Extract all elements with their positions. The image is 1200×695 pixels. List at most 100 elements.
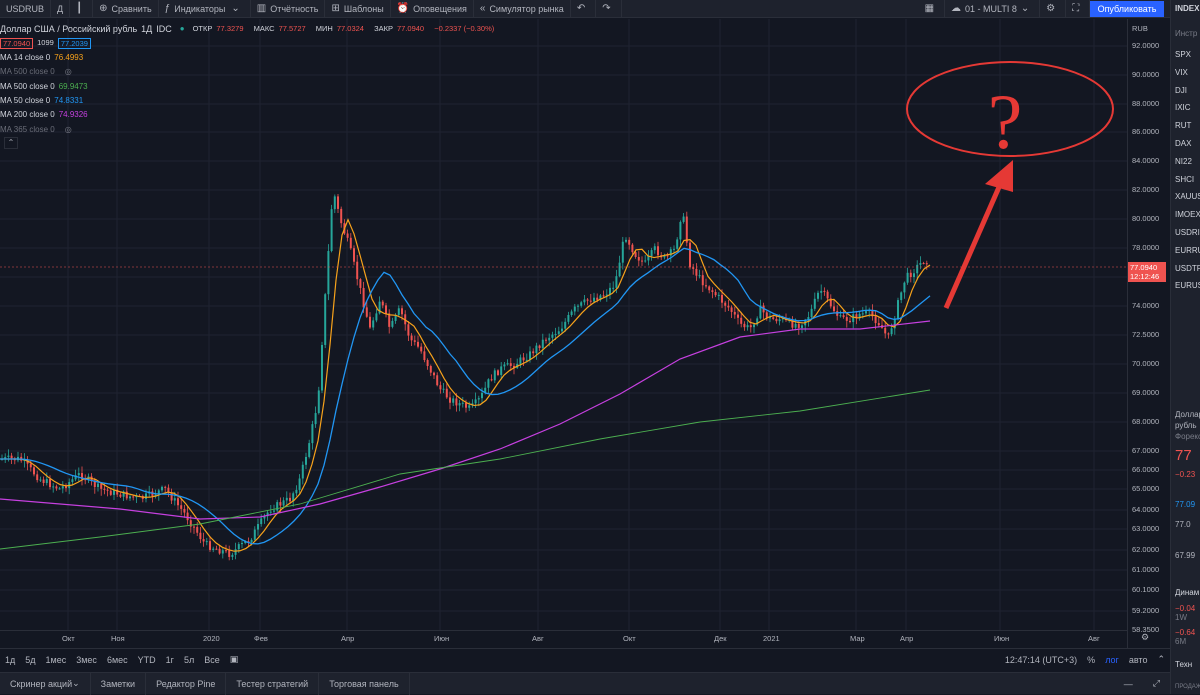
price-axis[interactable]: RUB 92.0000 90.0000 88.0000 86.0000 84.0000 8… (1127, 19, 1166, 650)
maximize-panel-button[interactable]: ⌃ (1152, 654, 1170, 665)
financials-button[interactable]: ▥ Отчётность (251, 0, 326, 18)
watchlist-item[interactable]: SPX (1175, 50, 1191, 59)
compare-button[interactable]: ⊕ Сравнить (93, 0, 159, 18)
watchlist-item[interactable]: RUT (1175, 121, 1191, 130)
watchlist-item[interactable]: NI22 (1175, 157, 1192, 166)
bottom-tab-3[interactable]: Тестер стратегий (226, 672, 320, 695)
price-tick: 92.0000 (1132, 41, 1160, 50)
candle-body (433, 372, 435, 376)
log-mode[interactable]: лог (1100, 655, 1124, 665)
axis-settings-button[interactable]: ⚙ (1130, 632, 1160, 646)
watchlist-item[interactable]: SHCI (1175, 175, 1194, 184)
bottom-tab-4[interactable]: Торговая панель (319, 672, 410, 695)
candle-body (29, 463, 32, 468)
candle-body (234, 549, 237, 555)
candle-body (733, 311, 736, 315)
minimize-panel-button[interactable]: — (1114, 673, 1143, 695)
goto-date-button[interactable]: ▣ (225, 654, 244, 665)
study-row[interactable]: MA 200 close 0 74.9326 (0, 108, 498, 122)
watchlist-item[interactable]: EURUS (1175, 281, 1200, 290)
range-1[interactable]: 5д (20, 655, 40, 665)
range-4[interactable]: 6мес (102, 655, 133, 665)
ask-tag[interactable]: 77.2039 (57, 38, 91, 50)
indicators-button[interactable]: ƒ Индикаторы ⌄ (159, 0, 251, 18)
bottom-tab-label: Скринер акций (10, 678, 73, 689)
candle-body (570, 311, 573, 315)
watchlist-item[interactable]: VIX (1175, 68, 1188, 77)
auto-mode[interactable]: авто (1124, 655, 1153, 665)
bottom-tab-1[interactable]: Заметки (91, 672, 147, 695)
expand-panel-button[interactable]: ⤢ (1143, 673, 1170, 695)
symbol-search[interactable]: USDRUB (0, 0, 52, 18)
watchlist-item[interactable]: IXIC (1175, 103, 1191, 112)
watchlist-item[interactable]: XAUUS (1175, 192, 1200, 201)
candle-body (724, 302, 727, 306)
bid-tag[interactable]: 77.0940 (0, 38, 34, 50)
candle-body (311, 424, 314, 444)
layout-name[interactable]: ☁ 01 - MULTI 8 ⌄ (945, 0, 1041, 18)
candle-body (388, 313, 391, 327)
candle-body (458, 403, 461, 406)
range-8[interactable]: Все (199, 655, 225, 665)
last-price-badge: 77.0940 12:12:46 (1128, 262, 1166, 282)
study-row[interactable]: MA 365 close 0 ◎ (0, 123, 498, 137)
candle-body (490, 379, 493, 381)
gear-icon: ⚙ (1140, 632, 1150, 642)
study-row[interactable]: MA 500 close 0 69.9473 (0, 80, 498, 94)
price-tick: 59.2000 (1132, 606, 1160, 615)
study-row[interactable]: MA 50 close 0 74.8331 (0, 94, 498, 108)
collapse-legend-button[interactable]: ⌃ (4, 137, 18, 150)
watchlist-item[interactable]: DJI (1175, 86, 1187, 95)
eye-hidden-icon[interactable]: ◎ (65, 65, 72, 79)
undo-button[interactable]: ↶ (571, 0, 597, 18)
candle-body (589, 300, 592, 302)
bottom-tab-0[interactable]: Скринер акций ⌄ (0, 672, 91, 695)
percent-mode[interactable]: % (1082, 655, 1100, 665)
watchlist-item[interactable]: DAX (1175, 139, 1191, 148)
watchlist-item[interactable]: IMOEX (1175, 210, 1200, 219)
bottom-tab-2[interactable]: Редактор Pine (146, 672, 227, 695)
candle-body (455, 398, 458, 406)
candle-body (487, 379, 490, 388)
candle-body (359, 279, 362, 288)
candle-body (407, 324, 410, 336)
settings-button[interactable]: ⚙ (1040, 0, 1067, 18)
range-0[interactable]: 1д (0, 655, 20, 665)
candle-body (586, 299, 589, 301)
replay-button[interactable]: «Симулятор рынка (474, 0, 571, 18)
range-6[interactable]: 1г (161, 655, 179, 665)
watchlist-detail: −0.04 (1175, 604, 1196, 613)
watchlist-item[interactable]: USDRI (1175, 228, 1200, 237)
candle-body (535, 345, 538, 354)
range-5[interactable]: YTD (133, 655, 161, 665)
time-axis[interactable]: Окт Ноя 2020 Фев Апр Июн Авг Окт Дек 2021 Мар Апр Ию… (0, 630, 1127, 646)
candle-body (55, 486, 58, 489)
layout-select-button[interactable]: ▦ (919, 0, 946, 18)
grid-icon: ⊞ (331, 3, 340, 14)
candle-body (202, 539, 205, 542)
candle-body (673, 248, 675, 250)
interval-button[interactable]: Д (51, 0, 71, 18)
bar-countdown: 12:12:46 (1130, 272, 1160, 281)
candle-style-button[interactable]: ┃ (70, 0, 94, 18)
candle-body (522, 357, 525, 361)
publish-button[interactable]: Опубликовать (1090, 1, 1164, 17)
fullscreen-button[interactable]: ⛶ (1066, 0, 1091, 18)
templates-button[interactable]: ⊞ Шаблоны (325, 0, 391, 18)
range-3[interactable]: 3мес (71, 655, 102, 665)
watchlist-item[interactable]: USDTR (1175, 264, 1200, 273)
eye-hidden-icon[interactable]: ◎ (65, 123, 72, 137)
range-2[interactable]: 1мес (41, 655, 72, 665)
clock[interactable]: 12:47:14 (UTC+3) (1000, 655, 1082, 665)
open-value: 77.3279 (216, 24, 244, 33)
study-row[interactable]: MA 14 close 0 76.4993 (0, 51, 498, 65)
watchlist-detail: 67.99 (1175, 551, 1196, 560)
range-7[interactable]: 5л (179, 655, 199, 665)
price-tick: 65.0000 (1132, 484, 1160, 493)
redo-button[interactable]: ↷ (596, 0, 622, 18)
calendar-icon: ▣ (229, 654, 239, 664)
alerts-button[interactable]: ⏰ Оповещения (391, 0, 474, 18)
study-row[interactable]: MA 500 close 0 ◎ (0, 65, 498, 79)
watchlist-header[interactable]: INDEX (1175, 4, 1199, 13)
watchlist-item[interactable]: EURRU (1175, 246, 1200, 255)
